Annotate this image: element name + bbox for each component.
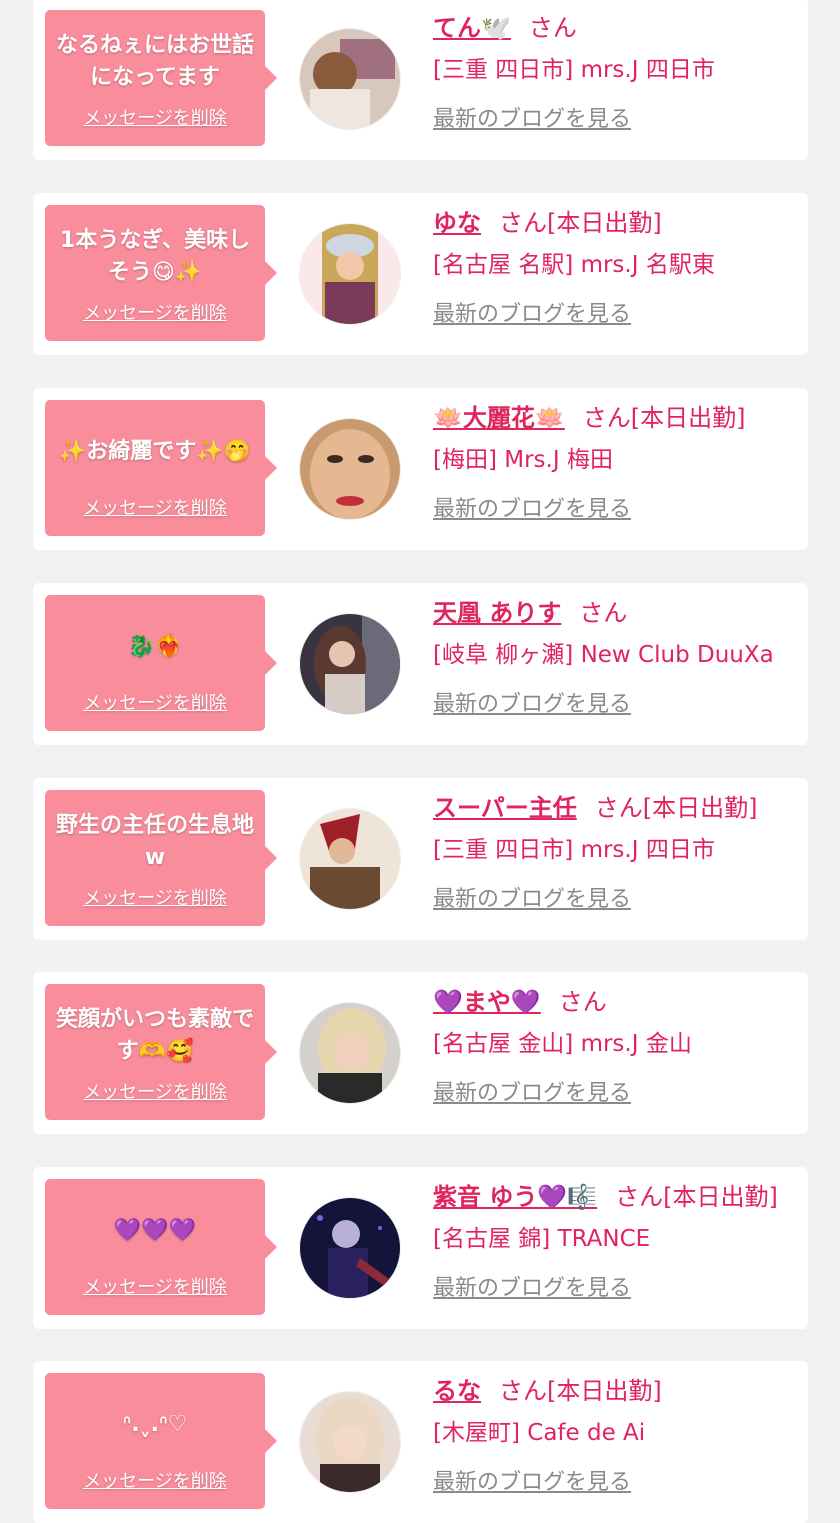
message-card: 💜💜💜 メッセージを削除 紫音 ゆう💜🎼 さん[本日出勤] [名古屋 錦] TRA… bbox=[33, 1167, 808, 1329]
message-card: 野生の主任の生息地w メッセージを削除 スーパー主任 さん[本日出勤] [三重 四… bbox=[33, 778, 808, 940]
message-text: なるねぇにはお世話になってます bbox=[55, 33, 254, 90]
message-bubble: 野生の主任の生息地w メッセージを削除 bbox=[45, 790, 277, 926]
shop-label: [岐阜 柳ヶ瀬] New Club DuuXa bbox=[433, 642, 774, 668]
latest-blog-link[interactable]: 最新のブログを見る bbox=[433, 1271, 631, 1307]
message-card: ᐢ.ˬ.ᐢ♡ メッセージを削除 るな さん[本日出勤] [木屋町] Cafe de… bbox=[33, 1361, 808, 1523]
delete-message-link[interactable]: メッセージを削除 bbox=[45, 1273, 265, 1299]
delete-message-link[interactable]: メッセージを削除 bbox=[45, 104, 265, 130]
message-text: 笑顔がいつも素敵です🫶🥰 bbox=[55, 1007, 254, 1064]
delete-message-link[interactable]: メッセージを削除 bbox=[45, 299, 265, 325]
message-card: 1本うなぎ、美味しそう😋✨ メッセージを削除 ゆな さん[本日出勤] [名古屋 名… bbox=[33, 193, 808, 355]
message-text: 💜💜💜 bbox=[113, 1218, 197, 1243]
avatar[interactable] bbox=[299, 223, 401, 325]
latest-blog-link[interactable]: 最新のブログを見る bbox=[433, 882, 631, 918]
cast-name-link[interactable]: ゆな bbox=[433, 209, 481, 237]
shop-label: [三重 四日市] mrs.J 四日市 bbox=[433, 837, 715, 863]
name-suffix: さん bbox=[579, 599, 628, 627]
name-suffix: さん bbox=[528, 14, 577, 42]
cast-name-link[interactable]: てん🕊️ bbox=[433, 14, 511, 42]
message-card: ✨お綺麗です✨🤭 メッセージを削除 🪷大麗花🪷 さん[本日出勤] [梅田] Mrs… bbox=[33, 388, 808, 550]
message-bubble: 💜💜💜 メッセージを削除 bbox=[45, 1179, 277, 1315]
message-bubble: 1本うなぎ、美味しそう😋✨ メッセージを削除 bbox=[45, 205, 277, 341]
latest-blog-link[interactable]: 最新のブログを見る bbox=[433, 297, 631, 333]
cast-name-link[interactable]: 天凰 ありす bbox=[433, 599, 561, 627]
avatar[interactable] bbox=[299, 808, 401, 910]
cast-name-link[interactable]: るな bbox=[433, 1377, 481, 1405]
message-text: ᐢ.ˬ.ᐢ♡ bbox=[122, 1412, 188, 1437]
name-suffix: さん bbox=[558, 988, 607, 1016]
message-card: 🐉❤️‍🔥 メッセージを削除 天凰 ありす さん [岐阜 柳ヶ瀬] New Clu… bbox=[33, 583, 808, 745]
shop-label: [木屋町] Cafe de Ai bbox=[433, 1420, 646, 1446]
message-bubble: なるねぇにはお世話になってます メッセージを削除 bbox=[45, 10, 277, 146]
shop-label: [名古屋 名駅] mrs.J 名駅東 bbox=[433, 252, 715, 278]
latest-blog-link[interactable]: 最新のブログを見る bbox=[433, 102, 631, 138]
latest-blog-link[interactable]: 最新のブログを見る bbox=[433, 687, 631, 723]
message-text: 野生の主任の生息地w bbox=[55, 813, 254, 870]
avatar[interactable] bbox=[299, 418, 401, 520]
avatar[interactable] bbox=[299, 28, 401, 130]
avatar[interactable] bbox=[299, 1391, 401, 1493]
message-bubble: ✨お綺麗です✨🤭 メッセージを削除 bbox=[45, 400, 277, 536]
cast-name-link[interactable]: 🪷大麗花🪷 bbox=[433, 404, 565, 432]
message-bubble: 笑顔がいつも素敵です🫶🥰 メッセージを削除 bbox=[45, 984, 277, 1120]
avatar[interactable] bbox=[299, 613, 401, 715]
message-text: ✨お綺麗です✨🤭 bbox=[58, 439, 252, 464]
name-suffix: さん[本日出勤] bbox=[582, 404, 746, 432]
shop-label: [名古屋 金山] mrs.J 金山 bbox=[433, 1031, 692, 1057]
cast-name-link[interactable]: 💜まや💜 bbox=[433, 988, 541, 1016]
message-text: 🐉❤️‍🔥 bbox=[127, 634, 183, 659]
cast-name-link[interactable]: スーパー主任 bbox=[433, 794, 577, 822]
latest-blog-link[interactable]: 最新のブログを見る bbox=[433, 492, 631, 528]
message-list: なるねぇにはお世話になってます メッセージを削除 てん🕊️ さん [三重 四日市]… bbox=[0, 0, 840, 1523]
delete-message-link[interactable]: メッセージを削除 bbox=[45, 1467, 265, 1493]
message-text: 1本うなぎ、美味しそう😋✨ bbox=[59, 228, 251, 285]
message-card: なるねぇにはお世話になってます メッセージを削除 てん🕊️ さん [三重 四日市]… bbox=[33, 0, 808, 160]
delete-message-link[interactable]: メッセージを削除 bbox=[45, 494, 265, 520]
latest-blog-link[interactable]: 最新のブログを見る bbox=[433, 1465, 631, 1501]
message-bubble: 🐉❤️‍🔥 メッセージを削除 bbox=[45, 595, 277, 731]
message-bubble: ᐢ.ˬ.ᐢ♡ メッセージを削除 bbox=[45, 1373, 277, 1509]
name-suffix: さん[本日出勤] bbox=[594, 794, 758, 822]
cast-name-link[interactable]: 紫音 ゆう💜🎼 bbox=[433, 1183, 597, 1211]
avatar[interactable] bbox=[299, 1002, 401, 1104]
shop-label: [名古屋 錦] TRANCE bbox=[433, 1226, 651, 1252]
latest-blog-link[interactable]: 最新のブログを見る bbox=[433, 1076, 631, 1112]
delete-message-link[interactable]: メッセージを削除 bbox=[45, 689, 265, 715]
shop-label: [三重 四日市] mrs.J 四日市 bbox=[433, 57, 715, 83]
shop-label: [梅田] Mrs.J 梅田 bbox=[433, 447, 613, 473]
name-suffix: さん[本日出勤] bbox=[499, 1377, 662, 1405]
avatar[interactable] bbox=[299, 1197, 401, 1299]
name-suffix: さん[本日出勤] bbox=[615, 1183, 778, 1211]
name-suffix: さん[本日出勤] bbox=[499, 209, 662, 237]
delete-message-link[interactable]: メッセージを削除 bbox=[45, 1078, 265, 1104]
delete-message-link[interactable]: メッセージを削除 bbox=[45, 884, 265, 910]
message-card: 笑顔がいつも素敵です🫶🥰 メッセージを削除 💜まや💜 さん [名古屋 金山] mr… bbox=[33, 972, 808, 1134]
